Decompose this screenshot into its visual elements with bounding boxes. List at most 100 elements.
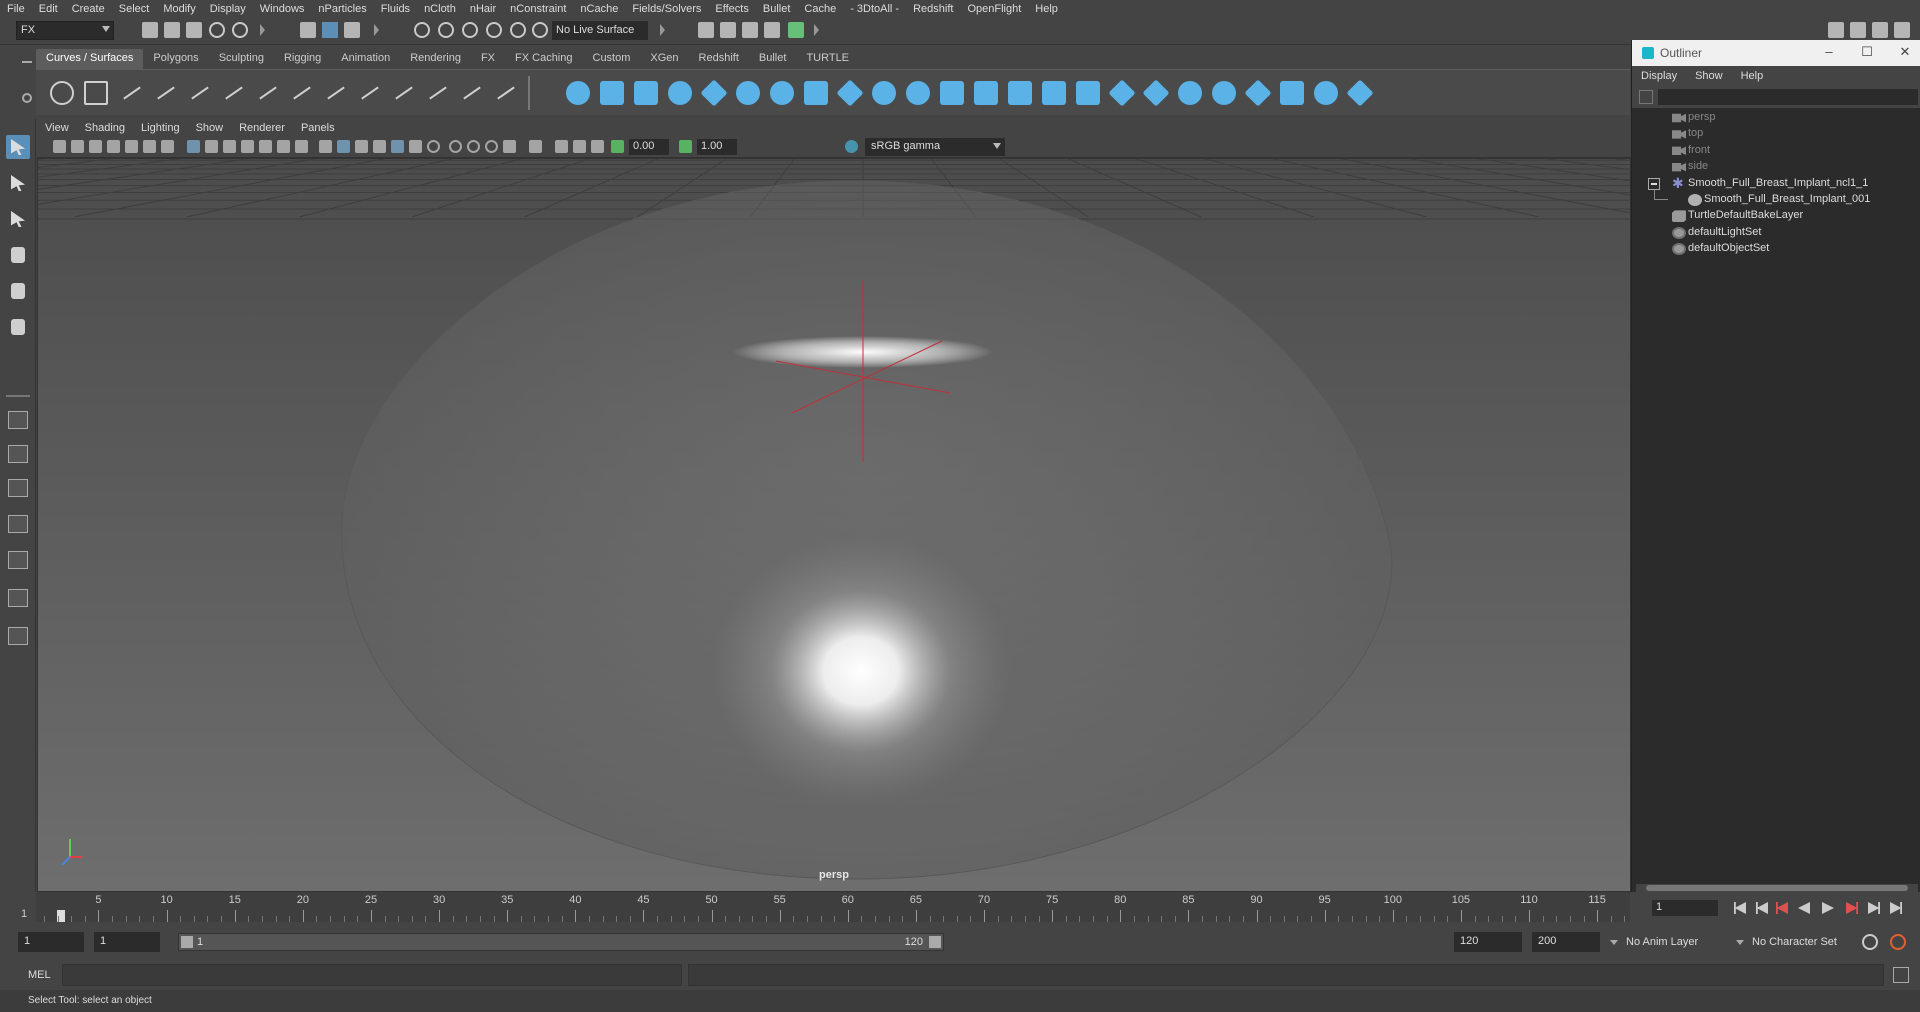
auto-key-icon[interactable]	[1862, 934, 1878, 950]
collapse-arrow-icon[interactable]	[258, 22, 265, 38]
go-to-start-icon[interactable]	[1734, 902, 1746, 914]
insert-knot-icon[interactable]	[324, 81, 348, 105]
shelf-tab[interactable]: FX Caching	[505, 49, 582, 69]
motion-blur-icon[interactable]	[467, 140, 480, 153]
rebuild-curve-icon[interactable]	[426, 81, 450, 105]
menu-item[interactable]: - 3DtoAll -	[843, 3, 906, 15]
collapse-arrow-icon[interactable]	[658, 22, 665, 38]
exposure-toggle-icon[interactable]	[611, 140, 624, 153]
menu-item[interactable]: Fluids	[374, 3, 417, 15]
persp-hypershade-layout-icon[interactable]	[8, 551, 28, 569]
start-time-field[interactable]: 1	[18, 932, 84, 952]
menu-item[interactable]: nConstraint	[503, 3, 573, 15]
shelf-tab[interactable]: Animation	[331, 49, 400, 69]
wireframe-icon[interactable]	[319, 140, 332, 153]
shelf-tab[interactable]: Polygons	[143, 49, 208, 69]
nurbs-circle-icon[interactable]	[50, 81, 74, 105]
shelf-settings-icon[interactable]	[22, 93, 32, 103]
go-to-end-icon[interactable]	[1890, 902, 1902, 914]
menu-item[interactable]: nHair	[463, 3, 503, 15]
gamma-toggle-icon[interactable]	[679, 140, 692, 153]
select-object-icon[interactable]	[322, 22, 338, 38]
panel-menu-item[interactable]: Lighting	[133, 122, 188, 134]
nurbs-cylinder-icon[interactable]	[634, 81, 658, 105]
revolve-icon[interactable]	[770, 81, 794, 105]
extend-curve-icon[interactable]	[358, 81, 382, 105]
nurbs-cone-icon[interactable]	[668, 81, 692, 105]
persp-outliner-layout-icon[interactable]	[8, 479, 28, 497]
persp-outliner-graph-layout-icon[interactable]	[8, 589, 28, 607]
trim-tool-icon[interactable]	[1108, 79, 1136, 107]
menu-item[interactable]: nParticles	[311, 3, 373, 15]
color-space-select[interactable]: sRGB gamma	[865, 138, 1005, 156]
offset-curve-icon[interactable]	[392, 81, 416, 105]
nurbs-sphere-icon[interactable]	[566, 81, 590, 105]
sculpt-geometry-icon[interactable]	[1314, 81, 1338, 105]
filter-icon[interactable]	[1639, 90, 1653, 104]
shelf-tab[interactable]: Custom	[583, 49, 641, 69]
shelf-tab[interactable]: TURTLE	[796, 49, 859, 69]
xray-active-components-icon[interactable]	[573, 140, 586, 153]
gamma-field[interactable]: 1.00	[697, 139, 737, 155]
menu-item[interactable]: OpenFlight	[960, 3, 1028, 15]
menu-item[interactable]: Cache	[797, 3, 843, 15]
attach-surfaces-icon[interactable]	[1178, 81, 1202, 105]
redo-icon[interactable]	[232, 22, 248, 38]
open-scene-icon[interactable]	[164, 22, 180, 38]
outliner-horizontal-scrollbar[interactable]	[1636, 884, 1918, 892]
tool-settings-icon[interactable]	[1872, 22, 1888, 38]
select-tool-icon[interactable]	[6, 135, 30, 159]
field-chart-icon[interactable]	[259, 140, 272, 153]
boundary-icon[interactable]	[974, 81, 998, 105]
detach-surfaces-icon[interactable]	[1212, 81, 1236, 105]
toolbox-more-icon[interactable]	[8, 627, 28, 645]
menu-item[interactable]: Fields/Solvers	[625, 3, 708, 15]
attach-curves-icon[interactable]	[256, 81, 280, 105]
shelf-tab[interactable]: XGen	[640, 49, 688, 69]
snap-point-icon[interactable]	[462, 22, 478, 38]
lasso-tool-icon[interactable]	[6, 171, 30, 195]
shelf-tab[interactable]: Rigging	[274, 49, 331, 69]
play-backwards-icon[interactable]	[1798, 902, 1810, 914]
persp-graph-layout-icon[interactable]	[8, 515, 28, 533]
shelf-tab[interactable]: Rendering	[400, 49, 471, 69]
workspace-icon[interactable]	[1828, 22, 1844, 38]
planar-icon[interactable]	[836, 79, 864, 107]
attribute-editor-icon[interactable]	[1850, 22, 1866, 38]
minimize-icon[interactable]: –	[1822, 45, 1836, 59]
menu-item[interactable]: nCache	[573, 3, 625, 15]
menu-item[interactable]: Create	[65, 3, 112, 15]
channel-box-icon[interactable]	[1894, 22, 1910, 38]
playback-range-bar[interactable]: 1 120	[178, 933, 944, 951]
grease-pencil-icon[interactable]	[161, 140, 174, 153]
camera-attributes-icon[interactable]	[89, 140, 102, 153]
command-input[interactable]	[62, 964, 682, 986]
resolution-gate-icon[interactable]	[223, 140, 236, 153]
ep-curve-icon[interactable]	[154, 81, 178, 105]
range-end-handle[interactable]	[929, 936, 941, 948]
range-start-handle[interactable]	[181, 936, 193, 948]
shelf-tab[interactable]: Sculpting	[209, 49, 274, 69]
film-gate-icon[interactable]	[205, 140, 218, 153]
move-tool-icon[interactable]	[6, 243, 30, 267]
curve-editing-icon[interactable]	[494, 81, 518, 105]
menu-set-select[interactable]: FX	[16, 21, 114, 40]
add-points-icon[interactable]	[460, 81, 484, 105]
collapse-arrow-icon[interactable]	[372, 22, 379, 38]
menu-item[interactable]: Bullet	[756, 3, 798, 15]
project-curve-icon[interactable]	[1076, 81, 1100, 105]
snap-view-plane-icon[interactable]	[510, 22, 526, 38]
render-view-icon[interactable]	[698, 22, 714, 38]
menu-item[interactable]: nCloth	[417, 3, 463, 15]
new-scene-icon[interactable]	[142, 22, 158, 38]
perspective-viewport[interactable]: persp	[37, 158, 1631, 892]
render-settings-icon[interactable]	[764, 22, 780, 38]
nurbs-square-icon[interactable]	[84, 81, 108, 105]
multisample-aa-icon[interactable]	[485, 140, 498, 153]
menu-item[interactable]: File	[0, 3, 32, 15]
open-close-surfaces-icon[interactable]	[1244, 79, 1272, 107]
exposure-field[interactable]: 0.00	[629, 139, 669, 155]
script-language-label[interactable]: MEL	[28, 969, 51, 981]
scale-tool-icon[interactable]	[6, 315, 30, 339]
smooth-shade-icon[interactable]	[337, 140, 350, 153]
